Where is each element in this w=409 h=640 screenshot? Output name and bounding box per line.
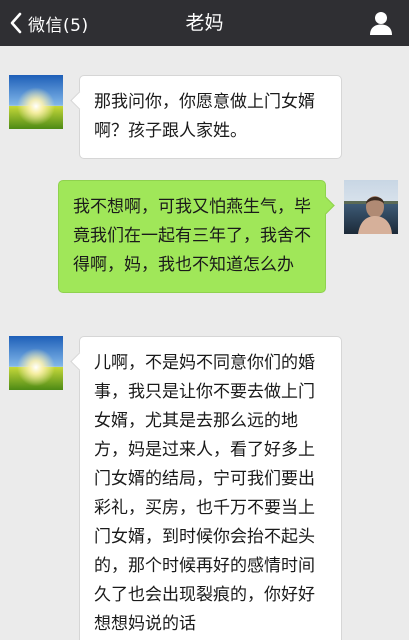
contact-avatar[interactable] (9, 75, 63, 129)
person-photo-avatar-image (344, 180, 398, 234)
chevron-left-icon (10, 12, 22, 34)
message-text: 我不想啊，可我又怕燕生气，毕竟我们在一起有三年了，我舍不得啊，妈，我也不知道怎么… (73, 197, 311, 275)
chat-title: 老妈 (185, 12, 224, 34)
received-message-bubble[interactable]: 儿啊，不是妈不同意你们的婚事，我只是让你不要去做上门女婿，尤其是去那么远的地方，… (70, 336, 342, 640)
sunrise-avatar-image (9, 75, 63, 129)
person-icon (370, 12, 392, 35)
my-avatar[interactable] (344, 180, 398, 234)
message-text: 儿啊，不是妈不同意你们的婚事，我只是让你不要去做上门女婿，尤其是去那么远的地方，… (94, 353, 315, 634)
sunrise-avatar-image (9, 336, 63, 390)
top-bar: 微信(5) 老妈 (0, 0, 409, 46)
sent-message-bubble[interactable]: 我不想啊，可我又怕燕生气，毕竟我们在一起有三年了，我舍不得啊，妈，我也不知道怎么… (58, 180, 335, 293)
back-label: 微信(5) (28, 15, 89, 36)
message-text: 那我问你，你愿意做上门女婿啊？孩子跟人家姓。 (94, 92, 315, 141)
contact-avatar[interactable] (9, 336, 63, 390)
chat-screen: 微信(5) 老妈 那我问你，你愿意做上门女婿啊？孩子跟人家姓。 我不想啊，可我又… (0, 0, 409, 640)
profile-button[interactable] (367, 9, 395, 37)
back-button[interactable]: 微信(5) (8, 0, 89, 46)
received-message-bubble[interactable]: 那我问你，你愿意做上门女婿啊？孩子跟人家姓。 (70, 75, 342, 159)
